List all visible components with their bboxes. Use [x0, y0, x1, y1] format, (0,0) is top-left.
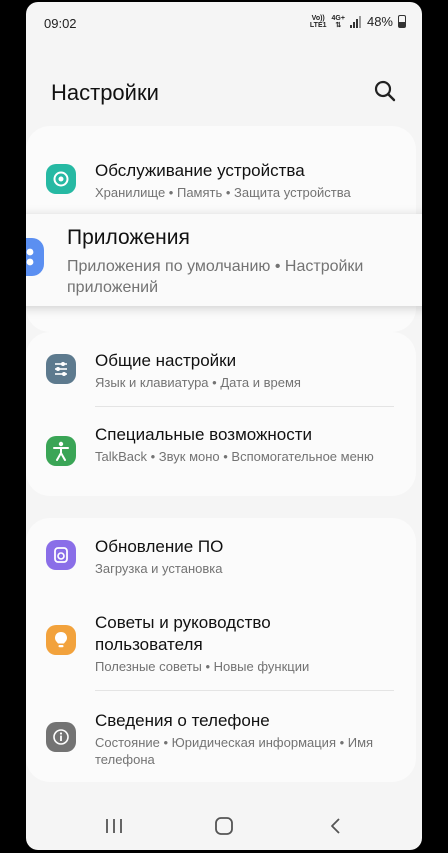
settings-card-2: Общие настройки Язык и клавиатура • Дата…: [26, 332, 416, 496]
tips-title: Советы и руководство пользователя: [95, 613, 271, 654]
navigation-bar: [26, 802, 422, 850]
accessibility-icon: [46, 436, 76, 466]
sliders-icon: [46, 354, 76, 384]
search-icon: [374, 80, 396, 102]
apps-subtitle: Приложения по умолчанию • Настройки прил…: [67, 258, 364, 296]
back-icon: [331, 818, 340, 834]
device-care-title: Обслуживание устройства: [95, 161, 305, 180]
accessibility-subtitle: TalkBack • Звук моно • Вспомогательное м…: [95, 449, 374, 464]
divider: [95, 406, 394, 407]
device-care-item[interactable]: Обслуживание устройства Хранилище • Памя…: [26, 152, 416, 212]
volte-indicator: Vo)) LTE1: [309, 14, 327, 29]
about-phone-item[interactable]: Сведения о телефоне Состояние • Юридичес…: [26, 698, 416, 778]
status-icons: Vo)) LTE1 4G+ ⇅ 48%: [310, 14, 406, 29]
battery-icon: [398, 15, 406, 28]
software-update-icon: [46, 540, 76, 570]
signal-icon: [349, 15, 361, 28]
accessibility-item[interactable]: Специальные возможности TalkBack • Звук …: [26, 414, 416, 488]
apps-item[interactable]: Приложения Приложения по умолчанию • Нас…: [26, 214, 422, 306]
tips-item[interactable]: Советы и руководство пользователя Полезн…: [26, 596, 416, 682]
tips-subtitle: Полезные советы • Новые функции: [95, 659, 310, 674]
device-care-icon: [46, 164, 76, 194]
general-settings-title: Общие настройки: [95, 351, 237, 370]
divider: [95, 690, 394, 691]
software-update-item[interactable]: Обновление ПО Загрузка и установка: [26, 526, 416, 586]
recents-icon: [106, 819, 122, 833]
software-update-title: Обновление ПО: [95, 537, 224, 556]
software-update-subtitle: Загрузка и установка: [95, 561, 223, 576]
network-indicator: 4G+ ⇅: [331, 14, 345, 29]
status-bar: 09:02 Vo)) LTE1 4G+ ⇅ 48%: [26, 2, 422, 42]
home-icon: [215, 817, 233, 835]
back-button[interactable]: [324, 816, 348, 836]
about-phone-subtitle: Состояние • Юридическая информация • Имя…: [95, 735, 374, 767]
header: Настройки: [26, 60, 422, 124]
about-phone-title: Сведения о телефоне: [95, 711, 270, 730]
search-button[interactable]: [372, 78, 398, 104]
recents-button[interactable]: [102, 816, 126, 836]
apps-icon: [26, 238, 44, 276]
page-title: Настройки: [51, 80, 159, 105]
settings-card-3: Обновление ПО Загрузка и установка Совет…: [26, 518, 416, 782]
battery-percent: 48%: [366, 14, 393, 29]
general-settings-subtitle: Язык и клавиатура • Дата и время: [95, 375, 301, 390]
status-time: 09:02: [44, 16, 77, 31]
settings-screen: 09:02 Vo)) LTE1 4G+ ⇅ 48% Настройки Обсл…: [26, 2, 422, 850]
home-button[interactable]: [212, 816, 236, 836]
info-icon: [46, 722, 76, 752]
general-settings-item[interactable]: Общие настройки Язык и клавиатура • Дата…: [26, 340, 416, 406]
device-care-subtitle: Хранилище • Память • Защита устройства: [95, 185, 351, 200]
accessibility-title: Специальные возможности: [95, 425, 313, 444]
apps-title: Приложения: [67, 226, 190, 249]
lightbulb-icon: [46, 625, 76, 655]
